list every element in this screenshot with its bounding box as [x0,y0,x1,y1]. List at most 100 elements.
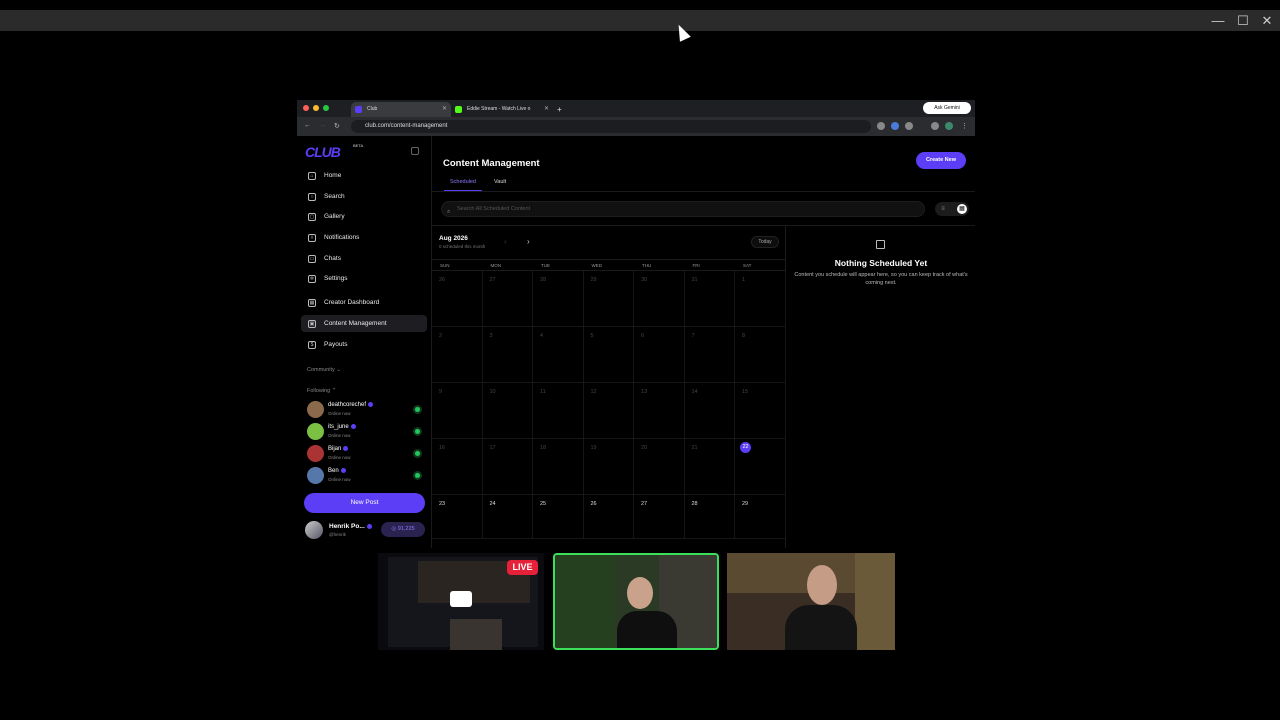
calendar-day[interactable]: 23 [432,495,483,539]
calendar-day[interactable]: 2 [432,327,483,383]
tab-vault[interactable]: Vault [494,179,506,185]
following-item[interactable]: deathcorechef Online now [307,400,422,420]
following-toggle[interactable]: Following ⌃ [307,388,336,394]
dollar-icon: $ [308,341,316,349]
ask-gemini-button[interactable]: Ask Gemini [923,102,971,114]
sidebar-item-settings[interactable]: ✲ Settings [301,270,427,287]
maximize-button[interactable]: ☐ [1231,10,1255,31]
extensions-puzzle-icon[interactable] [905,122,913,130]
sidebar-item-home[interactable]: ⌂ Home [301,167,427,184]
following-item[interactable]: its_june Online now [307,422,422,442]
calendar-day[interactable]: 19 [583,439,634,495]
calendar-day[interactable]: 3 [482,327,533,383]
more-menu-icon[interactable]: ⋮ [961,122,968,130]
sidebar-item-notifications[interactable]: ◊ Notifications [301,229,427,246]
calendar-day[interactable]: 28 [684,495,735,539]
calendar-day[interactable]: 14 [684,383,735,439]
following-item[interactable]: Bijan Online now [307,444,422,464]
calendar-day[interactable]: 7 [684,327,735,383]
calendar-day[interactable]: 28 [533,271,584,327]
calendar-day[interactable]: 11 [533,383,584,439]
calendar-day[interactable]: 1 [735,271,786,327]
search-input[interactable]: ⌕ Search All Scheduled Content [441,201,925,217]
calendar-day[interactable]: 29 [583,271,634,327]
following-item[interactable]: Ben Online now [307,466,422,486]
calendar-day[interactable]: 17 [482,439,533,495]
chevron-up-icon: ⌃ [331,388,337,394]
browser-window: Club ✕ Eddie Stream - Watch Live o ✕ + A… [297,100,975,548]
calendar-day[interactable]: 12 [583,383,634,439]
minimize-dot[interactable] [313,105,319,111]
sidebar-item-gallery[interactable]: ▢ Gallery [301,208,427,225]
new-post-button[interactable]: New Post [304,493,425,513]
calendar-day[interactable]: 22 [735,439,786,495]
sidebar-item-payouts[interactable]: $ Payouts [301,336,427,353]
prev-month-icon[interactable]: ‹ [504,237,507,246]
verified-icon [340,468,346,473]
close-dot[interactable] [303,105,309,111]
community-toggle[interactable]: Community ⌄ [307,367,341,373]
friend-name: Ben [328,468,346,474]
calendar-day[interactable]: 21 [684,439,735,495]
calendar-day[interactable]: 25 [533,495,584,539]
calendar-day[interactable]: 6 [634,327,685,383]
calendar-day[interactable]: 8 [735,327,786,383]
collapse-sidebar-icon[interactable] [411,147,419,155]
new-tab-button[interactable]: + [553,102,562,117]
calendar-day[interactable]: 24 [482,495,533,539]
calendar-day[interactable]: 9 [432,383,483,439]
create-new-button[interactable]: Create New [916,152,966,169]
grid-view-icon[interactable]: ▦ [957,204,967,214]
calendar-day[interactable]: 4 [533,327,584,383]
calendar-day[interactable]: 31 [684,271,735,327]
weekday-label: SUN [440,263,450,268]
back-icon[interactable]: ← [304,122,311,129]
current-user[interactable]: Henrik Po... @henrik ◎ 91,225 [305,519,425,541]
calendar-day[interactable]: 26 [583,495,634,539]
url-field[interactable]: club.com/content-management [351,120,871,133]
friend-name: deathcorechef [328,402,374,408]
bookmark-icon[interactable] [931,122,939,130]
calendar-day[interactable]: 18 [533,439,584,495]
profile-avatar[interactable] [945,122,953,130]
sidebar-item-creator-dashboard[interactable]: ▦ Creator Dashboard [301,294,427,311]
calendar-day[interactable]: 26 [432,271,483,327]
calendar-day[interactable]: 16 [432,439,483,495]
avatar [307,467,324,484]
zoom-dot[interactable] [323,105,329,111]
minimize-button[interactable]: — [1206,10,1230,31]
calendar-day[interactable]: 10 [482,383,533,439]
browser-tab-club[interactable]: Club ✕ [351,102,451,117]
user-name: Henrik Po... [329,523,372,530]
tab-scheduled[interactable]: Scheduled [444,179,482,191]
next-month-icon[interactable]: › [527,237,530,246]
calendar-day[interactable]: 15 [735,383,786,439]
forward-icon[interactable]: → [319,122,326,129]
sidebar-item-chats[interactable]: ▭ Chats [301,250,427,267]
sidebar-item-search[interactable]: ○ Search [301,188,427,205]
view-toggle[interactable]: ≡ ▦ [935,202,969,216]
browser-tab-stream[interactable]: Eddie Stream - Watch Live o ✕ [451,102,553,117]
calendar: Aug 2026 0 scheduled this month ‹ › Toda… [432,226,786,548]
points-badge[interactable]: ◎ 91,225 [381,522,425,537]
monitor-icon [450,591,472,607]
calendar-day[interactable]: 29 [735,495,786,539]
extension-icon[interactable] [891,122,899,130]
calendar-day[interactable]: 30 [634,271,685,327]
today-button[interactable]: Today [751,236,779,248]
day-number: 26 [590,501,597,507]
close-button[interactable]: ✕ [1255,10,1279,31]
extension-icon[interactable] [877,122,885,130]
calendar-day[interactable]: 27 [482,271,533,327]
sidebar-item-content-management[interactable]: ▣ Content Management [301,315,427,332]
club-logo[interactable]: CLUB [305,144,341,160]
calendar-day[interactable]: 20 [634,439,685,495]
online-indicator [415,473,420,478]
calendar-day[interactable]: 13 [634,383,685,439]
reload-icon[interactable]: ↻ [334,122,340,130]
list-view-icon[interactable]: ≡ [938,204,948,214]
close-tab-icon[interactable]: ✕ [544,102,549,117]
calendar-day[interactable]: 27 [634,495,685,539]
close-tab-icon[interactable]: ✕ [442,102,447,117]
calendar-day[interactable]: 5 [583,327,634,383]
